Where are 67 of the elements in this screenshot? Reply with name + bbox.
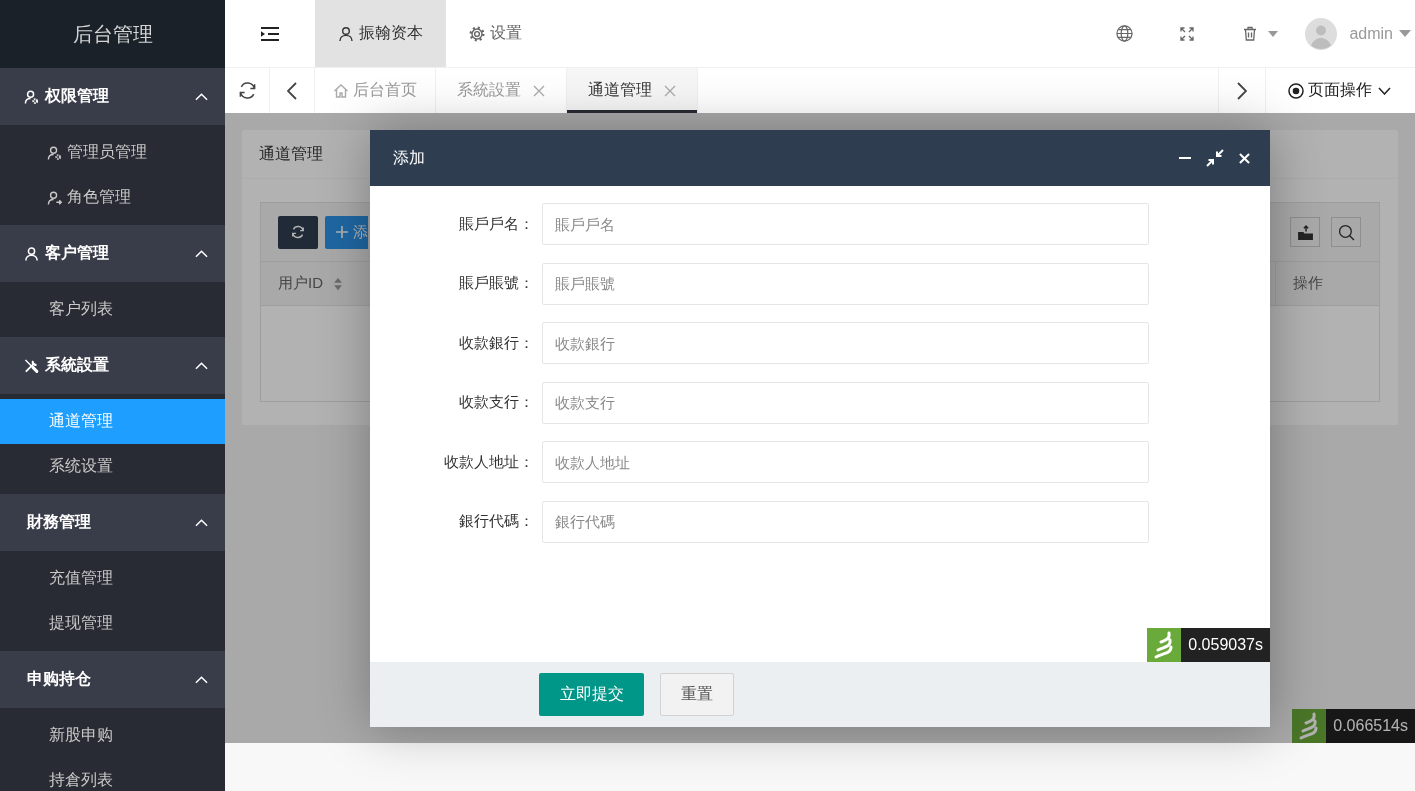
menu-group[interactable]: 权限管理 (0, 68, 225, 125)
field-label: 賬戶賬號： (458, 274, 535, 294)
menu-item[interactable]: 提现管理 (0, 601, 225, 646)
column-header[interactable]: 用户ID (261, 262, 369, 305)
chevron-left-icon (287, 81, 297, 100)
menu-item[interactable]: 客户列表 (0, 287, 225, 332)
search-button[interactable] (1331, 217, 1361, 247)
menu-group[interactable]: 財務管理 (0, 494, 225, 551)
app-title: 后台管理 (0, 0, 225, 68)
home-icon (333, 82, 349, 99)
menu-group[interactable]: 客户管理 (0, 225, 225, 282)
menu-item[interactable]: 系统设置 (0, 444, 225, 489)
caret-down-icon (1399, 30, 1411, 37)
text-input[interactable]: 銀行代碼 (542, 500, 1149, 543)
submit-button[interactable]: 立即提交 (539, 673, 644, 716)
text-input[interactable]: 賬戶賬號 (542, 262, 1149, 305)
fullscreen-icon[interactable] (1180, 26, 1195, 41)
caret-down-icon[interactable] (1268, 30, 1279, 37)
refresh-button[interactable] (278, 215, 318, 249)
nav-tab[interactable]: 设置 (446, 0, 545, 67)
user-arrow-icon (47, 189, 62, 206)
user-gear-icon (24, 88, 39, 105)
refresh-icon (237, 81, 257, 100)
menu-icon (261, 26, 279, 41)
text-input[interactable]: 收款支行 (542, 381, 1149, 424)
text-input[interactable]: 賬戶戶名 (542, 203, 1149, 245)
field-label: 收款支行： (458, 393, 535, 413)
user-gear-icon (47, 144, 62, 161)
load-time-label: 0.066514s (1326, 709, 1415, 743)
shrink-icon[interactable] (1206, 149, 1224, 167)
menu-item[interactable]: 角色管理 (0, 175, 225, 220)
text-input[interactable]: 收款人地址 (542, 441, 1149, 484)
nav-tab[interactable]: 振翰资本 (315, 0, 446, 67)
user-icon (338, 25, 354, 42)
search-icon (1337, 223, 1355, 241)
flame-logo-icon[interactable] (1147, 628, 1182, 662)
load-time-label: 0.059037s (1181, 628, 1270, 662)
settings-icon (469, 25, 485, 42)
wrench-screwdriver-icon (24, 357, 39, 374)
folder-upload-icon (1296, 223, 1314, 241)
menu-item[interactable]: 新股申购 (0, 713, 225, 758)
page-tab[interactable]: 通道管理 (567, 68, 698, 113)
chevron-right-icon (1237, 81, 1247, 100)
target-icon (1288, 82, 1304, 99)
dialog-title: 添加 (393, 147, 425, 168)
sort-icon (333, 276, 343, 291)
menu-group[interactable]: 申购持仓 (0, 651, 225, 708)
flame-logo-icon[interactable] (1292, 709, 1327, 743)
plus-icon (336, 226, 348, 238)
refresh-icon (291, 225, 305, 239)
globe-icon[interactable] (1116, 25, 1134, 42)
text-input[interactable]: 收款銀行 (542, 322, 1149, 365)
export-button[interactable] (1290, 217, 1320, 247)
menu-item[interactable]: 持倉列表 (0, 758, 225, 791)
chevron-down-icon (1378, 86, 1391, 95)
field-label: 收款銀行： (458, 333, 535, 353)
menu-item[interactable]: 充值管理 (0, 556, 225, 601)
trash-icon[interactable] (1243, 26, 1258, 41)
column-header: 操作 (1275, 262, 1379, 305)
menu-item[interactable]: 管理员管理 (0, 130, 225, 175)
field-label: 賬戶戶名： (458, 214, 535, 234)
field-label: 銀行代碼： (458, 512, 535, 532)
avatar-icon (1305, 17, 1338, 50)
menu-group[interactable]: 系統設置 (0, 337, 225, 394)
reset-button[interactable]: 重置 (660, 673, 734, 716)
user-icon (24, 245, 39, 262)
field-label: 收款人地址： (443, 452, 535, 472)
